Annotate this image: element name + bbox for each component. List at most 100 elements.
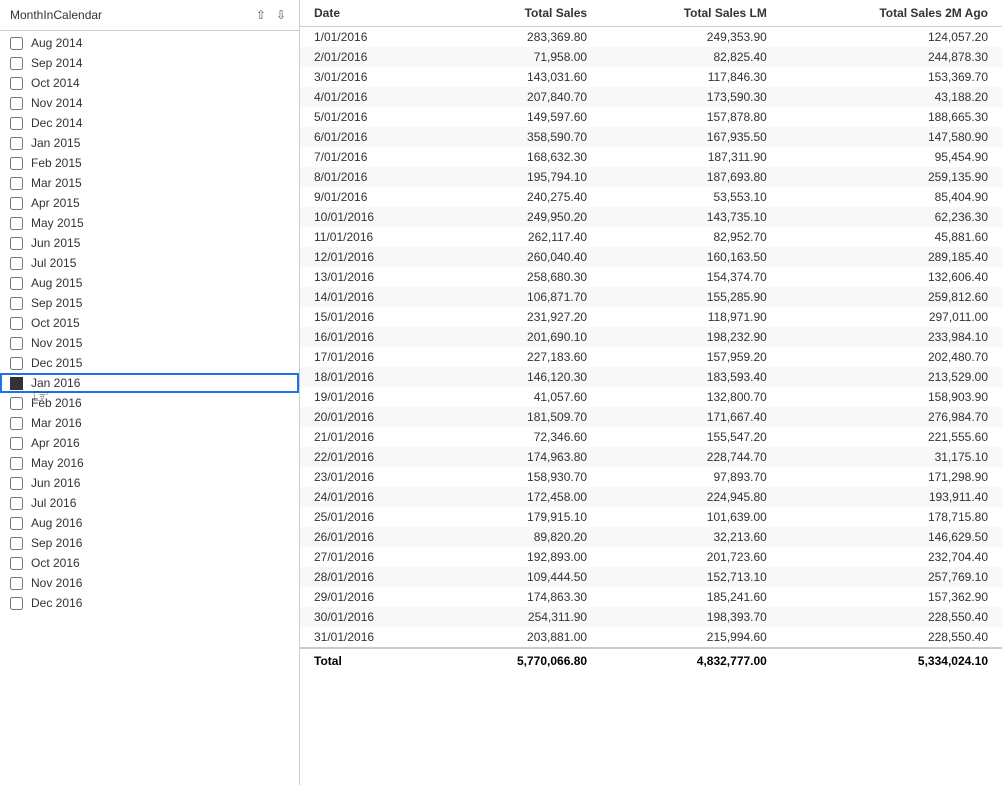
table-cell: 27/01/2016	[300, 547, 442, 567]
checkbox[interactable]	[10, 477, 23, 490]
table-cell: 215,994.60	[601, 627, 781, 648]
filter-item[interactable]: Jul 2015	[0, 253, 299, 273]
table-cell: 117,846.30	[601, 67, 781, 87]
checkbox[interactable]	[10, 337, 23, 350]
table-cell: 31/01/2016	[300, 627, 442, 648]
table-row: 20/01/2016181,509.70171,667.40276,984.70	[300, 407, 1002, 427]
checkbox[interactable]	[10, 57, 23, 70]
filter-item[interactable]: Jul 2016	[0, 493, 299, 513]
checkbox[interactable]	[10, 557, 23, 570]
table-row: 19/01/201641,057.60132,800.70158,903.90	[300, 387, 1002, 407]
checkbox[interactable]	[10, 317, 23, 330]
table-cell: 20/01/2016	[300, 407, 442, 427]
filter-item[interactable]: Oct 2016	[0, 553, 299, 573]
checkbox[interactable]	[10, 397, 23, 410]
checkbox[interactable]	[10, 577, 23, 590]
table-cell: 201,690.10	[442, 327, 601, 347]
filter-item-label: Feb 2016	[31, 396, 82, 410]
table-cell: 297,011.00	[781, 307, 1002, 327]
checkbox[interactable]	[10, 137, 23, 150]
filter-item[interactable]: Aug 2016	[0, 513, 299, 533]
checkbox[interactable]	[10, 457, 23, 470]
filter-header: MonthInCalendar ⇧ ⇩	[0, 0, 299, 31]
filter-item[interactable]: Aug 2015	[0, 273, 299, 293]
data-table-panel: DateTotal SalesTotal Sales LMTotal Sales…	[300, 0, 1002, 785]
filter-item[interactable]: Aug 2014	[0, 33, 299, 53]
filter-item[interactable]: Jan 2015	[0, 133, 299, 153]
filter-item[interactable]: Dec 2014	[0, 113, 299, 133]
checkbox[interactable]	[10, 177, 23, 190]
filter-item[interactable]: May 2016	[0, 453, 299, 473]
checkbox[interactable]	[10, 417, 23, 430]
checkbox[interactable]	[10, 437, 23, 450]
table-cell: 23/01/2016	[300, 467, 442, 487]
table-cell: 178,715.80	[781, 507, 1002, 527]
checkbox[interactable]	[10, 497, 23, 510]
filter-item[interactable]: Jun 2016	[0, 473, 299, 493]
checkbox[interactable]	[10, 77, 23, 90]
table-cell: 160,163.50	[601, 247, 781, 267]
filter-item[interactable]: Nov 2016	[0, 573, 299, 593]
checkbox[interactable]	[10, 217, 23, 230]
filter-item[interactable]: May 2015	[0, 213, 299, 233]
filter-item-label: Mar 2016	[31, 416, 82, 430]
filter-item[interactable]: Apr 2015	[0, 193, 299, 213]
filter-item[interactable]: Sep 2015	[0, 293, 299, 313]
table-cell: 195,794.10	[442, 167, 601, 187]
table-cell: 198,232.90	[601, 327, 781, 347]
filter-list[interactable]: Aug 2014Sep 2014 Oct 2014 Nov 2014Dec 2014…	[0, 31, 299, 785]
checkbox[interactable]	[10, 297, 23, 310]
table-cell: 183,593.40	[601, 367, 781, 387]
filter-item[interactable]: Sep 2016	[0, 533, 299, 553]
filter-item[interactable]: Mar 2015	[0, 173, 299, 193]
checkbox[interactable]	[10, 97, 23, 110]
sort-desc-icon[interactable]: ⇩	[273, 6, 289, 24]
checkbox[interactable]	[10, 117, 23, 130]
table-cell: 154,374.70	[601, 267, 781, 287]
checkbox[interactable]	[10, 357, 23, 370]
table-cell: 207,840.70	[442, 87, 601, 107]
filter-item[interactable]: Dec 2016	[0, 593, 299, 613]
table-cell: 22/01/2016	[300, 447, 442, 467]
table-row: 27/01/2016192,893.00201,723.60232,704.40	[300, 547, 1002, 567]
filter-item[interactable]: Oct 2014	[0, 73, 299, 93]
checkbox[interactable]	[10, 277, 23, 290]
table-cell: 157,959.20	[601, 347, 781, 367]
table-row: 29/01/2016174,863.30185,241.60157,362.90	[300, 587, 1002, 607]
filter-item[interactable]: Nov 2014	[0, 93, 299, 113]
filter-item-label: Oct 2014	[31, 76, 80, 90]
checkbox[interactable]	[10, 537, 23, 550]
filter-item[interactable]: Jan 2016☞	[0, 373, 299, 393]
checkbox[interactable]	[10, 597, 23, 610]
filter-item[interactable]: Oct 2015	[0, 313, 299, 333]
filter-item[interactable]: Feb 2015	[0, 153, 299, 173]
table-cell: 82,952.70	[601, 227, 781, 247]
table-cell: 149,597.60	[442, 107, 601, 127]
filter-item[interactable]: Sep 2014	[0, 53, 299, 73]
table-cell: 155,547.20	[601, 427, 781, 447]
table-cell: 192,893.00	[442, 547, 601, 567]
table-cell: 109,444.50	[442, 567, 601, 587]
filter-item[interactable]: Dec 2015	[0, 353, 299, 373]
sales-table: DateTotal SalesTotal Sales LMTotal Sales…	[300, 0, 1002, 673]
checkbox[interactable]	[10, 197, 23, 210]
checkbox[interactable]	[10, 237, 23, 250]
table-cell: 233,984.10	[781, 327, 1002, 347]
table-cell: 258,680.30	[442, 267, 601, 287]
table-cell: 167,935.50	[601, 127, 781, 147]
filter-panel: MonthInCalendar ⇧ ⇩ Aug 2014Sep 2014 Oct …	[0, 0, 300, 785]
table-row: 5/01/2016149,597.60157,878.80188,665.30	[300, 107, 1002, 127]
sort-asc-icon[interactable]: ⇧	[253, 6, 269, 24]
filter-item[interactable]: Mar 2016	[0, 413, 299, 433]
checkbox[interactable]	[10, 517, 23, 530]
table-row: 22/01/2016174,963.80228,744.7031,175.10	[300, 447, 1002, 467]
checkbox[interactable]	[10, 157, 23, 170]
filter-item[interactable]: Jun 2015	[0, 233, 299, 253]
filter-item-label: Jan 2016	[31, 376, 80, 390]
filter-item[interactable]: Nov 2015	[0, 333, 299, 353]
filter-item[interactable]: Feb 2016	[0, 393, 299, 413]
checkbox[interactable]	[10, 257, 23, 270]
table-cell: 213,529.00	[781, 367, 1002, 387]
filter-item[interactable]: Apr 2016	[0, 433, 299, 453]
checkbox[interactable]	[10, 37, 23, 50]
